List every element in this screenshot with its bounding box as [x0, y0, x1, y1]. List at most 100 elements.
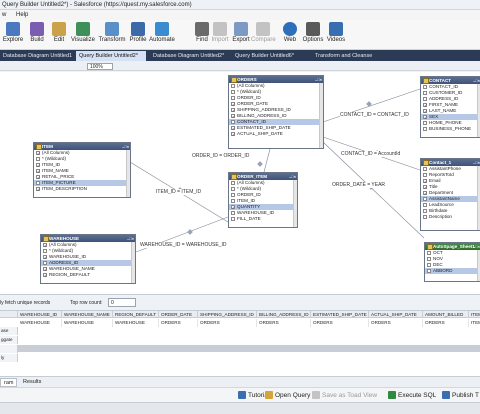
find-button[interactable]: Find — [195, 20, 209, 50]
column-row[interactable]: BUSINESS_PHONE — [421, 126, 480, 132]
relation-label[interactable]: CONTACT_ID = AccountId — [341, 151, 401, 157]
tab-transform-and-cleanse[interactable]: Transform and Cleanse — [312, 51, 392, 61]
options-button[interactable]: Options — [302, 20, 324, 50]
table-header[interactable]: CONTACT –□× — [421, 77, 480, 84]
grid-column-header[interactable]: WAREHOUSE_NAME — [62, 311, 113, 318]
column-checkbox[interactable] — [427, 256, 431, 261]
diagram-canvas[interactable]: CONTACT_ID = CONTACT_ID ORDER_ID = ORDER… — [0, 72, 480, 294]
import-button[interactable]: Import — [209, 20, 231, 50]
table-orders[interactable]: ORDERS –□× (All Columns) * (Wildcard) ORDER_… — [228, 75, 324, 149]
column-checkbox[interactable] — [423, 90, 427, 95]
column-checkbox[interactable] — [231, 216, 235, 221]
column-checkbox[interactable]: ✓ — [423, 184, 427, 189]
relation-label[interactable]: CONTACT_ID = CONTACT_ID — [340, 112, 409, 118]
grid-table-cell[interactable]: WAREHOUSE — [18, 319, 62, 327]
window-controls-icon[interactable]: –□× — [311, 77, 322, 82]
table-item[interactable]: ITEM –□× ✓ (All Columns) * (Wildcard) ✓ ITEM_I… — [33, 142, 131, 198]
grid-column-header[interactable]: SHIPPING_ADDRESS_ID — [198, 311, 257, 318]
column-checkbox[interactable] — [423, 202, 427, 207]
explore-button[interactable]: Explore — [2, 20, 24, 50]
column-checkbox[interactable] — [427, 262, 431, 267]
table-scrollbar[interactable] — [293, 180, 297, 227]
relation-label[interactable]: ITEM_ID = ITEM_ID — [156, 189, 202, 195]
relation-label[interactable]: ORDER_ID = ORDER_ID — [192, 153, 250, 159]
grid-table-cell[interactable]: ORDERS — [369, 319, 423, 327]
tab-query-builder-untitled2[interactable]: Query Builder Untitled2* — [76, 51, 146, 61]
column-checkbox[interactable]: ✓ — [231, 131, 235, 136]
tab-diagram[interactable]: ram — [0, 378, 18, 387]
column-checkbox[interactable] — [43, 260, 47, 265]
grid-table-cell[interactable]: ORDERS — [257, 319, 311, 327]
column-checkbox[interactable]: ✓ — [231, 113, 235, 118]
window-controls-icon[interactable]: –□× — [285, 174, 296, 179]
column-checkbox[interactable]: ✓ — [36, 162, 40, 167]
grid-table-cell[interactable]: WAREHOUSE — [62, 319, 113, 327]
grid-table-cell[interactable]: ORDERS — [198, 319, 257, 327]
column-row[interactable]: ✓ ITEM_DESCRIPTION — [34, 186, 130, 192]
table-order-item[interactable]: ORDER_ITEM –□× (All Columns) * (Wildcard) OR… — [228, 172, 298, 228]
column-checkbox[interactable] — [231, 119, 235, 124]
grid-column-header[interactable]: ESTIMATED_SHIP_DATE — [311, 311, 369, 318]
grid-column-header[interactable]: REGION_DEFAULT — [113, 311, 159, 318]
column-checkbox[interactable]: ✓ — [36, 150, 40, 155]
table-header[interactable]: Contact_1 –□× — [421, 159, 480, 166]
tab-database-diagram-untitled2[interactable]: Database Diagram Untitled2* — [150, 51, 228, 61]
column-checkbox[interactable]: ✓ — [423, 178, 427, 183]
column-checkbox[interactable] — [36, 156, 40, 161]
column-checkbox[interactable]: ✓ — [423, 108, 427, 113]
column-checkbox[interactable] — [423, 126, 427, 131]
grid-column-header[interactable]: ITEM — [469, 311, 480, 318]
column-checkbox[interactable]: ✓ — [36, 186, 40, 191]
column-checkbox[interactable] — [427, 250, 431, 255]
column-checkbox[interactable] — [423, 214, 427, 219]
tab-results[interactable]: Results — [20, 378, 44, 387]
grid-selected-row[interactable] — [18, 345, 480, 352]
column-checkbox[interactable]: ✓ — [43, 254, 47, 259]
column-checkbox[interactable] — [231, 89, 235, 94]
column-row[interactable]: Description — [421, 214, 480, 220]
publish-button[interactable]: Publish T — [442, 390, 479, 401]
column-row[interactable]: FILL_DATE — [229, 216, 297, 222]
open-query-button[interactable]: Open Query — [265, 390, 310, 401]
column-checkbox[interactable] — [423, 84, 427, 89]
table-contact-1[interactable]: Contact_1 –□× AssistantPhone ReportsToId ✓ Em… — [420, 158, 480, 231]
column-checkbox[interactable]: ✓ — [231, 204, 235, 209]
column-checkbox[interactable] — [423, 172, 427, 177]
grid-table-cell[interactable]: WAREHOUSE — [113, 319, 159, 327]
table-header[interactable]: AutoSpage_Sheet1 –□× — [425, 243, 480, 250]
tab-database-diagram-untitled1[interactable]: Database Diagram Untitled1* — [0, 51, 72, 61]
column-row[interactable]: ABBORD — [425, 268, 480, 274]
table-contact[interactable]: CONTACT –□× CONTACT_ID CUSTOMER_ID ADDRESS_I… — [420, 76, 480, 138]
column-checkbox[interactable] — [231, 180, 235, 185]
column-checkbox[interactable]: ✓ — [43, 266, 47, 271]
table-header[interactable]: WAREHOUSE –□× — [41, 235, 135, 242]
column-checkbox[interactable] — [231, 186, 235, 191]
column-checkbox[interactable] — [36, 180, 40, 185]
table-autospage-sheet1[interactable]: AutoSpage_Sheet1 –□× OCT NOV DEC ABBORD — [424, 242, 480, 282]
compare-button[interactable]: Compare — [251, 20, 276, 50]
column-checkbox[interactable] — [43, 248, 47, 253]
table-scrollbar[interactable] — [131, 242, 135, 283]
window-controls-icon[interactable]: –□× — [469, 244, 480, 249]
column-checkbox[interactable] — [231, 95, 235, 100]
visualize-button[interactable]: Visualize — [70, 20, 96, 50]
window-controls-icon[interactable]: –□× — [123, 236, 134, 241]
relation-label[interactable]: WAREHOUSE_ID = WAREHOUSE_ID — [140, 242, 227, 248]
column-checkbox[interactable] — [423, 120, 427, 125]
build-button[interactable]: Build — [27, 20, 47, 50]
zoom-select[interactable]: 100% — [87, 63, 113, 70]
criteria-grid[interactable]: WAREHOUSE_ID WAREHOUSE WAREHOUSE_NAME WAREH… — [0, 311, 480, 376]
top-row-count-input[interactable]: 0 — [108, 298, 136, 307]
column-checkbox[interactable] — [423, 208, 427, 213]
column-checkbox[interactable]: ✓ — [43, 272, 47, 277]
automate-button[interactable]: Automate — [149, 20, 175, 50]
column-checkbox[interactable]: ✓ — [231, 101, 235, 106]
grid-table-cell[interactable]: ORDERS — [423, 319, 469, 327]
column-row[interactable]: ✓ ACTUAL_SHIP_DATE — [229, 131, 323, 137]
window-controls-icon[interactable]: –□× — [469, 160, 480, 165]
column-checkbox[interactable]: ✓ — [231, 107, 235, 112]
column-checkbox[interactable] — [231, 198, 235, 203]
grid-column-header[interactable]: ORDER_DATE — [159, 311, 198, 318]
column-row[interactable]: ✓ REGION_DEFAULT — [41, 272, 135, 278]
table-header[interactable]: ORDERS –□× — [229, 76, 323, 83]
